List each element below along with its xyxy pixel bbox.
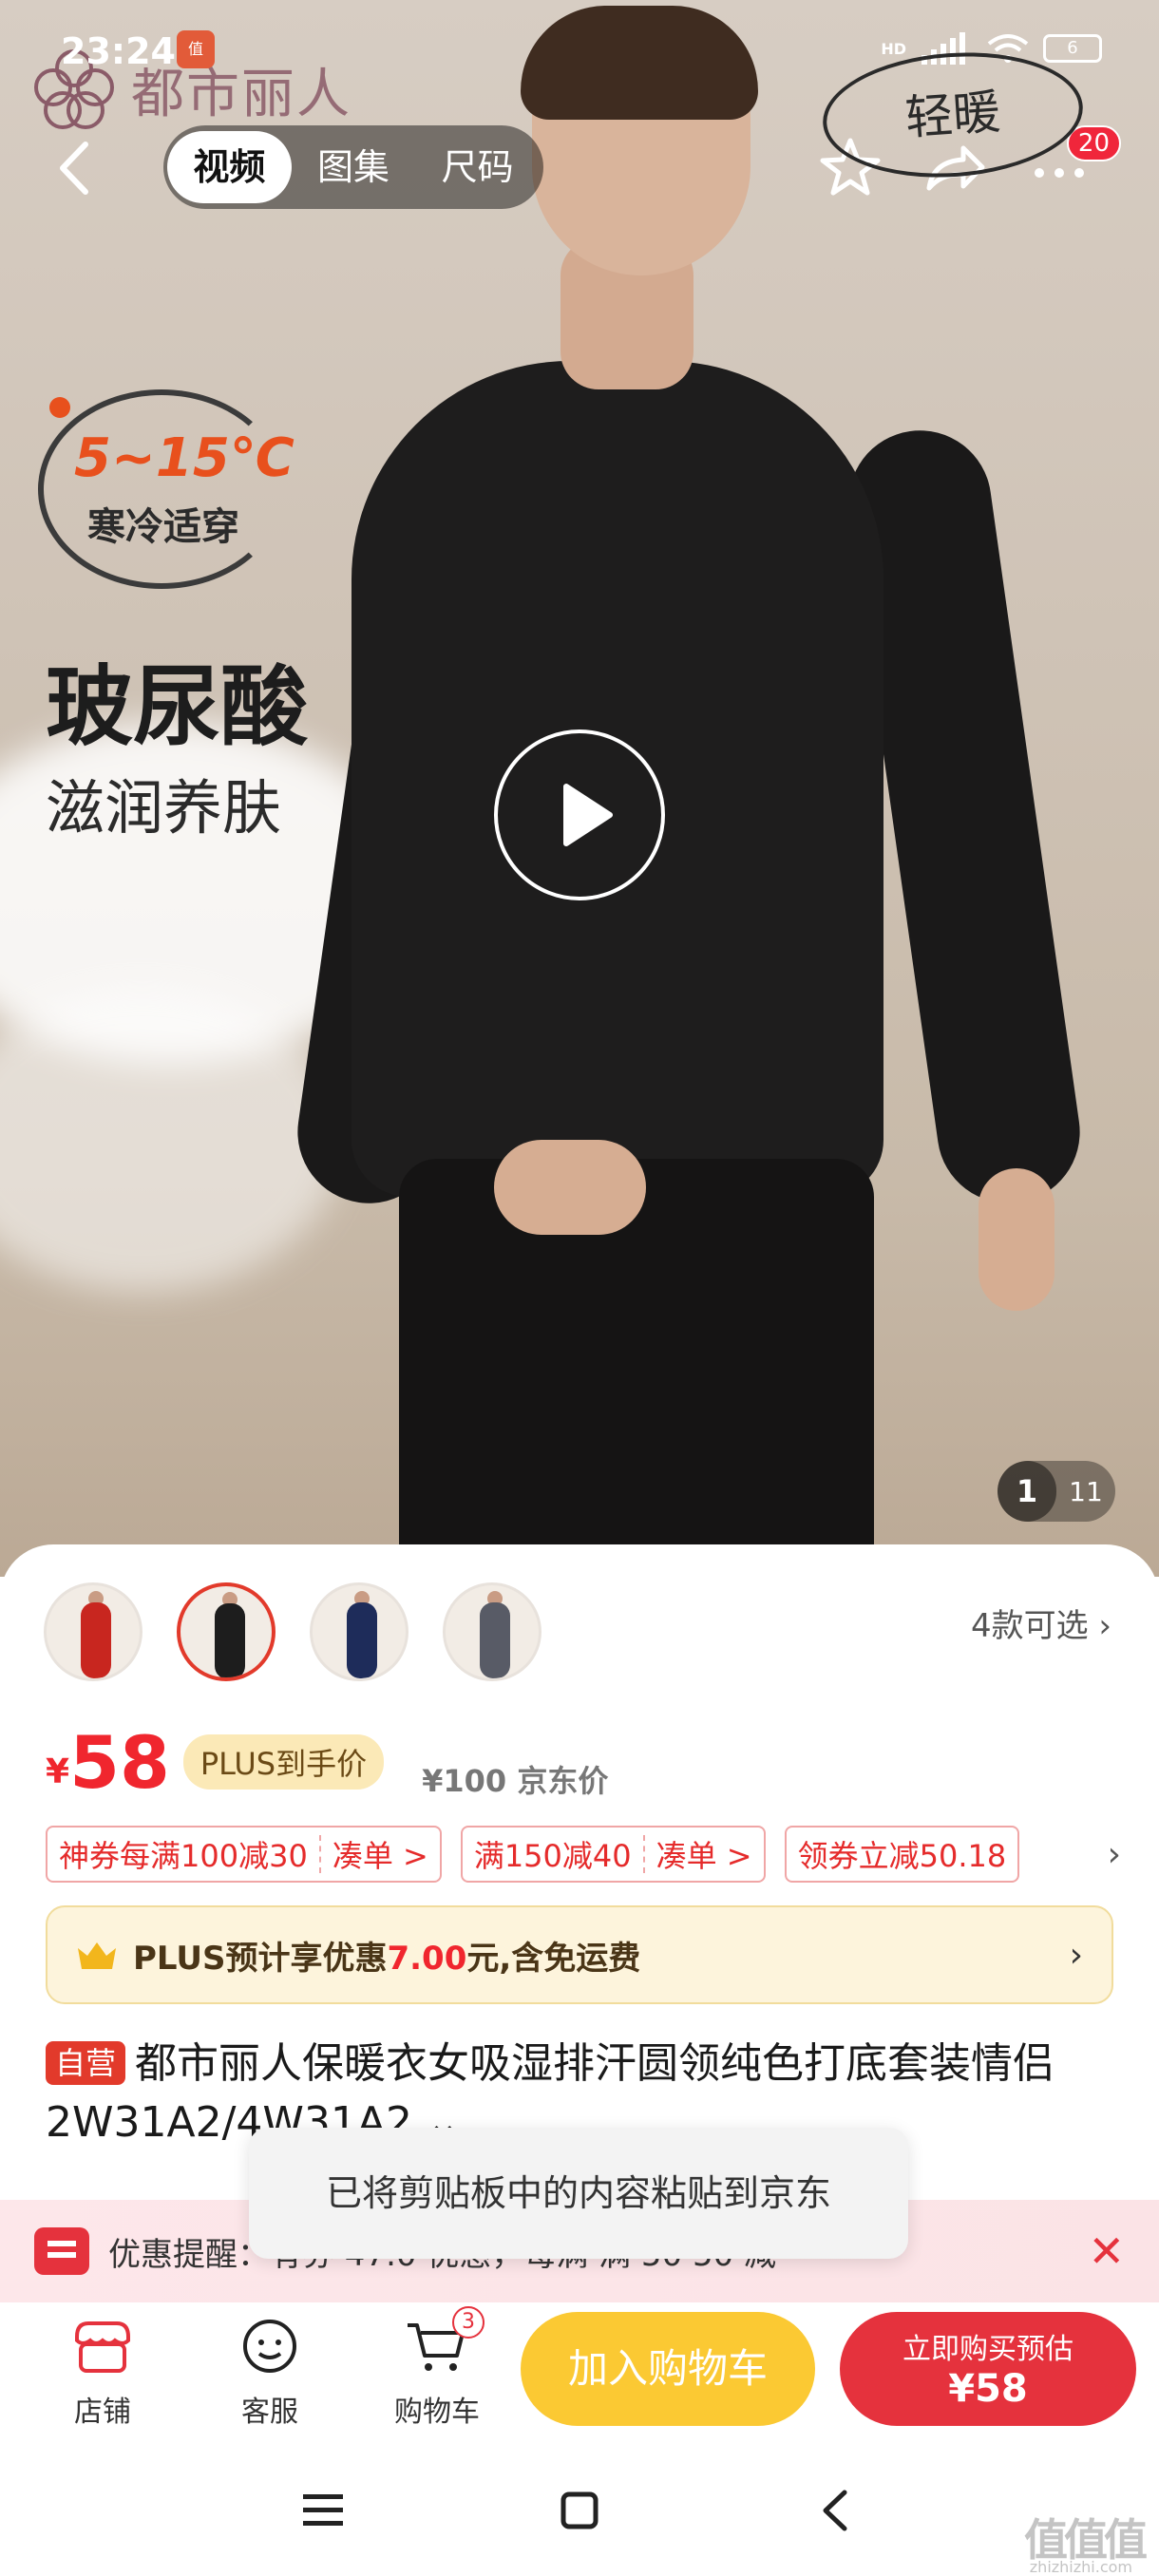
coupon-label: 领券立减50.18 xyxy=(797,1838,1007,1874)
coupon-action: 凑单 > xyxy=(656,1838,752,1874)
add-to-cart-button[interactable]: 加入购物车 xyxy=(521,2312,815,2426)
currency-symbol: ¥ xyxy=(46,1752,70,1791)
cart-label: 购物车 xyxy=(394,2396,480,2429)
message-count-badge: 20 xyxy=(1066,125,1121,161)
app-notification-badge: 值 xyxy=(177,30,215,68)
chevron-right-icon: › xyxy=(1069,1935,1083,1975)
current-image-index: 1 xyxy=(998,1461,1056,1522)
cart-button[interactable]: 3 购物车 xyxy=(353,2306,521,2430)
coupon-action: 凑单 > xyxy=(332,1838,428,1874)
plus-benefit-prefix: PLUS预计享优惠 xyxy=(133,1939,388,1978)
tab-video[interactable]: 视频 xyxy=(167,131,292,203)
variant-grey[interactable] xyxy=(443,1582,542,1681)
variant-red[interactable] xyxy=(44,1582,142,1681)
chevron-right-icon: › xyxy=(1098,1607,1112,1645)
variant-black[interactable] xyxy=(177,1582,276,1681)
variant-thumbnails xyxy=(44,1582,542,1681)
back-nav-icon[interactable] xyxy=(812,2487,860,2534)
plus-benefit-amount: 7.00 xyxy=(387,1939,467,1978)
price-row: ¥ 58 PLUS到手价 ¥100 京东价 xyxy=(46,1725,608,1801)
coupons-more-chevron-icon[interactable]: › xyxy=(1108,1835,1121,1874)
bottom-action-bar: 店铺 客服 3 购物车 加入购物车 立即购买预估 ¥58 xyxy=(0,2302,1159,2445)
reminder-icon xyxy=(34,2227,89,2275)
smiley-service-icon xyxy=(243,2320,296,2373)
play-video-button[interactable] xyxy=(494,729,665,900)
media-tabs: 视频 图集 尺码 xyxy=(163,125,543,209)
variant-figure xyxy=(480,1602,510,1678)
temp-badge-dot xyxy=(49,397,70,418)
plus-price-tag: PLUS到手价 xyxy=(182,1734,385,1790)
service-label: 客服 xyxy=(241,2396,298,2429)
cart-count-badge: 3 xyxy=(452,2306,484,2339)
tab-gallery[interactable]: 图集 xyxy=(292,131,416,203)
temp-range: 5~15℃ xyxy=(74,427,294,489)
buy-now-button[interactable]: 立即购买预估 ¥58 xyxy=(840,2312,1136,2426)
close-icon[interactable]: ✕ xyxy=(1088,2226,1125,2277)
buy-now-label: 立即购买预估 xyxy=(902,2333,1074,2366)
home-icon[interactable] xyxy=(556,2487,603,2534)
variant-figure xyxy=(81,1602,111,1678)
coupon-label: 神券每满100减30 xyxy=(59,1838,308,1874)
watermark-url: zhizhizhi.com xyxy=(1029,2558,1132,2576)
coupon-shenquan[interactable]: 神券每满100减30 凑单 > xyxy=(46,1826,442,1883)
variant-figure xyxy=(347,1602,377,1678)
customer-service-button[interactable]: 客服 xyxy=(186,2318,353,2430)
menu-icon[interactable] xyxy=(299,2489,347,2532)
store-icon xyxy=(75,2321,130,2373)
store-button[interactable]: 店铺 xyxy=(19,2318,186,2430)
crown-icon xyxy=(78,1942,116,1969)
plus-benefit-suffix: 元,含免运费 xyxy=(466,1939,641,1978)
play-icon xyxy=(563,784,613,846)
promo-title: 玻尿酸 xyxy=(46,656,309,758)
back-button[interactable] xyxy=(48,135,104,201)
network-type: HD xyxy=(881,39,906,58)
plus-benefit-text: PLUS预计享优惠7.00元,含免运费 xyxy=(133,1932,640,1979)
buy-now-price: ¥58 xyxy=(948,2367,1028,2411)
store-label: 店铺 xyxy=(74,2396,131,2429)
coupon-full-reduce[interactable]: 满150减40 凑单 > xyxy=(460,1826,766,1883)
image-page-indicator: 1 11 xyxy=(998,1461,1115,1522)
clipboard-toast: 已将剪贴板中的内容粘贴到京东 xyxy=(249,2128,908,2259)
jd-price: ¥100 京东价 xyxy=(422,1763,609,1799)
plus-price: 58 xyxy=(69,1720,170,1805)
promo-subtitle: 滋润养肤 xyxy=(46,773,282,843)
coupon-label: 满150减40 xyxy=(473,1838,632,1874)
temp-badge-ring xyxy=(38,389,285,589)
coupon-instant[interactable]: 领券立减50.18 xyxy=(784,1826,1020,1883)
product-hero-image[interactable]: 都市丽人 23:24 值 HD 6 视频 图集 尺码 20 轻暖 5~15℃ 寒… xyxy=(0,0,1159,1577)
self-operated-tag: 自营 xyxy=(46,2041,126,2085)
variant-count-label: 4款可选 xyxy=(970,1607,1089,1645)
total-images: 11 xyxy=(1069,1475,1103,1507)
back-arrow-icon xyxy=(60,142,88,195)
coupon-row: 神券每满100减30 凑单 > 满150减40 凑单 > 领券立减50.18 › xyxy=(46,1826,1121,1883)
system-nav-bar: 值值值 zhizhizhi.com xyxy=(0,2445,1159,2576)
temp-description: 寒冷适穿 xyxy=(87,505,239,549)
variant-navy[interactable] xyxy=(310,1582,408,1681)
status-time: 23:24 xyxy=(61,30,176,72)
battery-indicator: 6 xyxy=(1043,34,1102,63)
tab-size[interactable]: 尺码 xyxy=(415,131,540,203)
plus-benefit-bar[interactable]: PLUS预计享优惠7.00元,含免运费 › xyxy=(46,1905,1113,2004)
variant-count-link[interactable]: 4款可选 › xyxy=(971,1600,1112,1646)
variant-figure xyxy=(215,1603,245,1677)
